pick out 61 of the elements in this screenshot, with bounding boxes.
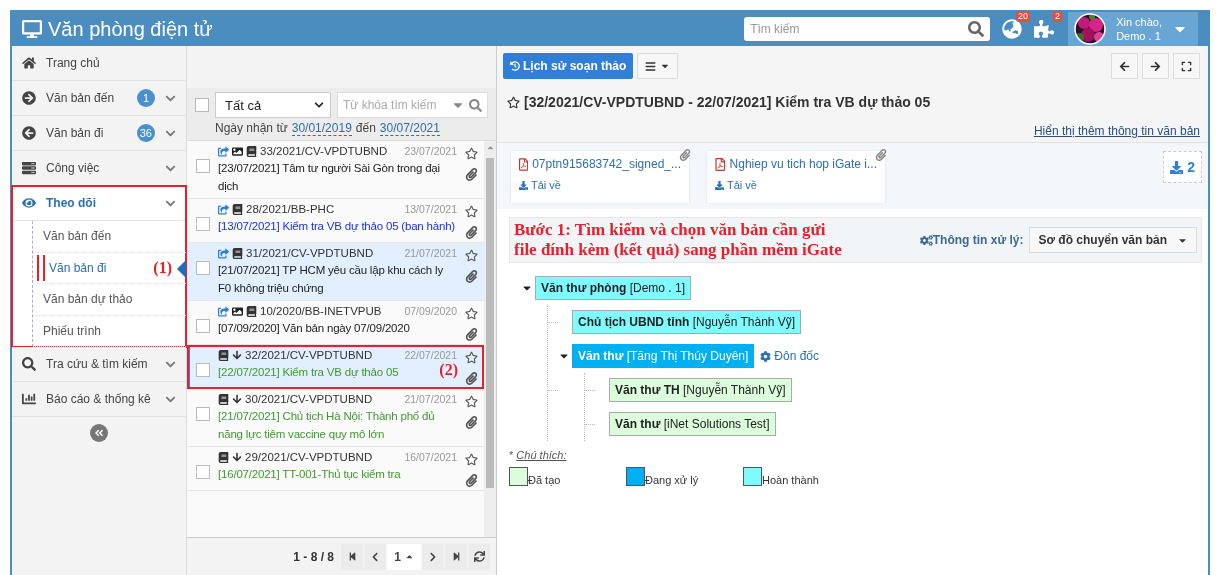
- document-number: 30/2021/CV-VPDTUBND: [245, 393, 373, 405]
- plugin-badge: 2: [1053, 11, 1063, 22]
- legend-label: Đã tạo: [528, 474, 561, 486]
- greeting-text: Xin chào,: [1116, 15, 1162, 29]
- document-title: [07/09/2020] Văn bản ngày 07/09/2020: [218, 321, 410, 336]
- document-title: [21/07/2021] Chủ tịch Hà Nội: Thành phố đủ năng lực tiêm vaccine quy mô lớn: [218, 409, 436, 442]
- page-select[interactable]: 1: [387, 543, 421, 570]
- date-link[interactable]: 30/07/2021: [379, 121, 440, 136]
- callout-label: (1): [153, 258, 172, 277]
- view-select[interactable]: Sơ đồ chuyển văn bản: [1029, 227, 1197, 253]
- pager-summary: 1 - 8 / 8: [293, 549, 334, 564]
- legend-title: Chú thích:: [516, 449, 567, 461]
- tree-node[interactable]: Văn thư [iNet Solutions Test]: [609, 412, 776, 436]
- date-label: Ngày nhận từ: [215, 121, 288, 136]
- callout-label: (2): [439, 361, 458, 379]
- document-date: 23/07/2021: [404, 145, 457, 157]
- count-badge: 1: [137, 89, 155, 107]
- app-title: Văn phòng điện tử: [48, 17, 213, 41]
- document-title: [16/07/2021] TT-001-Thủ tục kiểm tra: [218, 467, 401, 482]
- document-number: 10/2020/BB-INETVPUB: [260, 305, 382, 317]
- instruction-note: Bước 1: Tìm kiếm và chọn văn bản cần gửi file đính kèm (kết quả) sang phần mềm iGate: [514, 220, 843, 260]
- legend-marker: *: [509, 449, 514, 461]
- document-date: 21/07/2021: [404, 393, 457, 405]
- download-link[interactable]: Tải về: [715, 179, 877, 191]
- notification-badge: 20: [1016, 11, 1031, 22]
- attachment-link[interactable]: 07ptn915683742_signed_...: [519, 157, 681, 171]
- document-number: 29/2021/CV-VPDTUBND: [245, 451, 373, 463]
- document-number: 32/2021/CV-VPDTUBND: [245, 349, 373, 361]
- document-heading: [32/2021/CV-VPDTUBND - 22/07/2021] Kiểm tra VB dự thảo 05: [524, 94, 931, 110]
- document-title: [22/07/2021] Kiểm tra VB dự thảo 05: [218, 365, 399, 380]
- document-date: 22/07/2021: [404, 349, 457, 361]
- tree-node[interactable]: Văn thư TH [Nguyễn Thành Vỹ]: [609, 378, 792, 402]
- legend-label: Đang xử lý: [645, 474, 699, 486]
- document-date: 13/07/2021: [404, 203, 457, 215]
- date-link[interactable]: 30/01/2019: [291, 121, 352, 136]
- download-all-button[interactable]: 2: [1163, 151, 1202, 183]
- info-label: Thông tin xử lý:: [932, 233, 1024, 247]
- document-number: 28/2021/BB-PHC: [246, 203, 335, 215]
- count-badge: 36: [136, 124, 155, 142]
- download-link[interactable]: Tải về: [519, 179, 681, 191]
- date-label: đến: [355, 121, 376, 136]
- document-date: 21/07/2021: [404, 247, 457, 259]
- document-date: 07/09/2020: [404, 305, 457, 317]
- document-date: 16/07/2021: [404, 451, 457, 463]
- document-row[interactable]: 31/2021/CV-VPDTUBND 21/07/2021 [21/07/2021] TP HCM yêu cầu lập khu cách ly F0 không triệu chứng: [187, 243, 484, 301]
- legend-label: Hoàn thành: [762, 474, 819, 486]
- attachment-link[interactable]: Nghiep vu tich hop iGate i...: [715, 157, 877, 171]
- tree-node[interactable]: Văn thư phòng [Demo . 1]: [535, 276, 692, 300]
- tree-node[interactable]: Chủ tịch UBND tỉnh [Nguyễn Thành Vỹ]: [572, 310, 802, 334]
- more-info-link[interactable]: Hiển thị thêm thông tin văn bản: [1033, 124, 1200, 138]
- submenu-item[interactable]: Văn bản dự thảo: [33, 284, 186, 316]
- document-row[interactable]: 32/2021/CV-VPDTUBND 22/07/2021 [22/07/2021] Kiểm tra VB dự thảo 05 (2): [187, 345, 484, 389]
- submenu-item[interactable]: Văn bản đến: [33, 221, 186, 253]
- history-button[interactable]: Lịch sử soạn thảo: [503, 53, 634, 79]
- document-title: [21/07/2021] TP HCM yêu cầu lập khu cách ly F0 không triệu chứng: [218, 263, 444, 296]
- document-number: 33/2021/CV-VPDTUBND: [260, 145, 388, 157]
- remind-link[interactable]: Đôn đốc: [760, 349, 820, 363]
- document-title: [23/07/2021] Tâm tư người Sài Gòn trong đại dịch: [218, 161, 441, 194]
- filter-select[interactable]: Tất cả: [215, 92, 331, 118]
- document-number: 31/2021/CV-VPDTUBND: [246, 247, 374, 259]
- document-title: [13/07/2021] Kiểm tra VB dự thảo 05 (ban hành): [218, 219, 455, 234]
